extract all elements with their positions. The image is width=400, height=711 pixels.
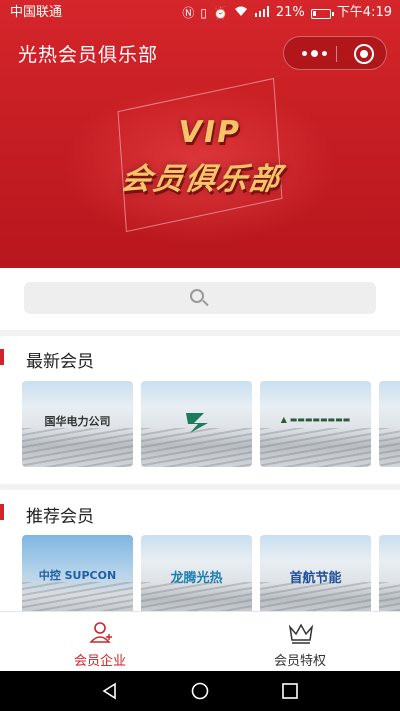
status-icons: Ⓝ ▯ ⏰ 21% 下午4:19 (182, 0, 392, 26)
section-recommended-title: 推荐会员 (0, 493, 400, 533)
home-icon[interactable] (190, 681, 210, 701)
member-card[interactable]: 中控 SUPCON (22, 535, 133, 621)
user-icon (89, 622, 112, 643)
member-logo: ▲ ▬▬▬▬▬▬▬▬ (280, 415, 351, 424)
tab-bar: 会员企业 会员特权 (0, 611, 400, 671)
recommended-members-row: 中控 SUPCON 龙腾光热 首航节能 (22, 535, 400, 621)
vibrate-icon: ▯ (200, 6, 207, 20)
member-logo: 首航节能 (289, 571, 342, 586)
battery-percent: 21% (275, 5, 305, 20)
title-bar: 光热会员俱乐部 (0, 26, 400, 80)
member-logo: 龙腾光热 (170, 571, 223, 586)
member-logo: 中控 SUPCON (38, 569, 117, 582)
vip-banner[interactable]: VIP 会员俱乐部 (78, 115, 327, 225)
section-latest-title: 最新会员 (0, 338, 400, 378)
section-divider (0, 484, 400, 490)
more-button[interactable] (302, 47, 328, 59)
back-icon[interactable] (100, 681, 120, 701)
close-button[interactable] (354, 44, 374, 64)
member-logo (141, 407, 252, 440)
dot-icon (322, 51, 327, 56)
status-bar: 中国联通 Ⓝ ▯ ⏰ 21% 下午4:19 (0, 0, 400, 26)
vip-subheadline: 会员俱乐部 (118, 162, 285, 197)
dot-icon (302, 51, 307, 56)
tab-member-privileges[interactable]: 会员特权 (200, 612, 400, 672)
tab-label: 会员企业 (73, 654, 126, 669)
tab-label: 会员特权 (273, 654, 326, 669)
latest-members-row: 国华电力公司 ▲ ▬▬▬▬▬▬▬▬ (22, 381, 400, 467)
tab-member-companies[interactable]: 会员企业 (0, 612, 200, 672)
signal-icon (254, 0, 270, 26)
clock: 下午4:19 (336, 5, 392, 20)
section-divider (0, 330, 400, 336)
member-card[interactable] (379, 535, 400, 621)
member-card[interactable]: 龙腾光热 (141, 535, 252, 621)
battery-icon (310, 9, 334, 19)
page-title: 光热会员俱乐部 (18, 44, 159, 66)
search-area (0, 268, 400, 330)
miniprogram-capsule (283, 36, 387, 70)
wifi-icon (234, 0, 248, 26)
section-title-text: 推荐会员 (26, 507, 94, 527)
alarm-icon: ⏰ (212, 6, 228, 20)
member-card[interactable]: ▲ ▬▬▬▬▬▬▬▬ (260, 381, 371, 467)
dot-icon (311, 50, 318, 57)
header-banner: 中国联通 Ⓝ ▯ ⏰ 21% 下午4:19 光热会员俱乐部 VIP 会员俱乐部 (0, 0, 400, 268)
section-accent-bar (0, 504, 4, 520)
member-card[interactable] (379, 381, 400, 467)
nfc-icon: Ⓝ (182, 6, 195, 20)
capsule-divider (336, 46, 337, 62)
section-title-text: 最新会员 (26, 352, 94, 372)
battery-fill (312, 11, 316, 16)
search-icon (190, 289, 209, 307)
section-accent-bar (0, 349, 4, 365)
search-input[interactable] (24, 282, 376, 314)
system-nav-bar (0, 671, 400, 711)
crown-icon (288, 623, 314, 644)
member-card[interactable]: 首航节能 (260, 535, 371, 621)
member-card[interactable]: 国华电力公司 (22, 381, 133, 467)
member-card[interactable] (141, 381, 252, 467)
vip-headline: VIP (175, 115, 244, 150)
recents-icon[interactable] (280, 681, 300, 701)
carrier-label: 中国联通 (10, 5, 63, 20)
member-logo: 国华电力公司 (44, 415, 111, 428)
